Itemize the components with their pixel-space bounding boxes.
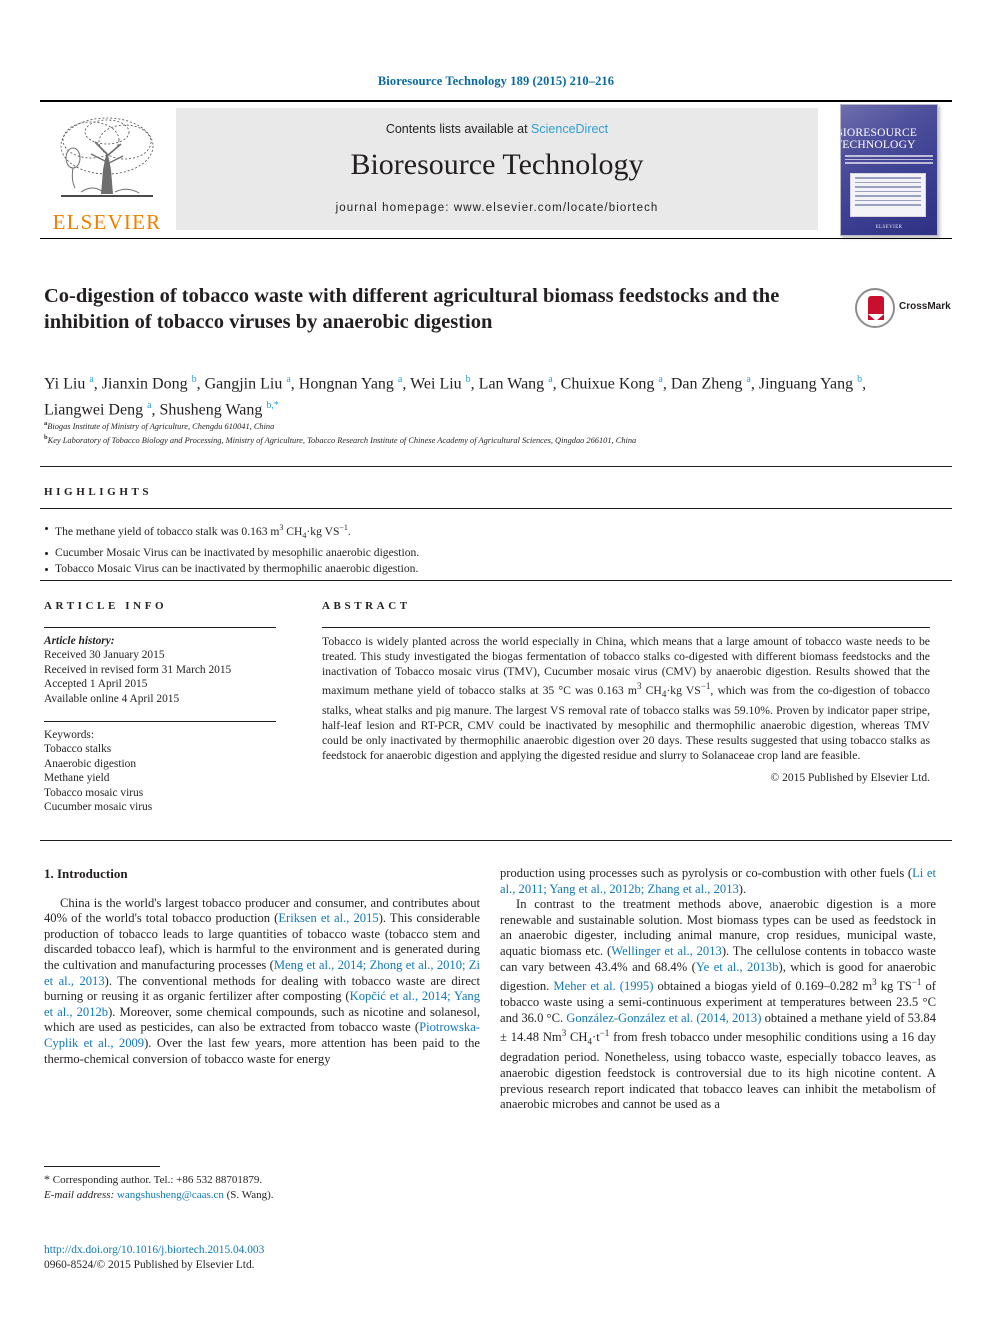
journal-cover-thumbnail: BIORESOURCE TECHNOLOGY ELSEVIER (840, 104, 938, 236)
abstract-heading: ABSTRACT (322, 600, 411, 612)
divider-highlights-bottom (40, 580, 952, 581)
footnote-rule (44, 1166, 160, 1167)
list-item: Received 30 January 2015 (44, 649, 165, 662)
list-item: Anaerobic digestion (44, 757, 137, 770)
divider-highlights-top (40, 508, 952, 509)
article-history-items: Received 30 January 2015 Received in revi… (44, 648, 294, 706)
divider-above-body (40, 840, 952, 841)
section-heading-introduction: 1. Introduction (44, 866, 128, 881)
keywords-block: Keywords: Tobacco stalks Anaerobic digest… (44, 728, 294, 814)
body-column-right: production using processes such as pyrol… (500, 866, 936, 1113)
email-link[interactable]: wangshusheng@caas.cn (117, 1189, 224, 1201)
affiliation-b: bKey Laboratory of Tobacco Biology and P… (44, 434, 637, 446)
affiliation-a: aBiogas Institute of Ministry of Agricul… (44, 420, 275, 431)
author-list: Yi Liu a, Jianxin Dong b, Gangjin Liu a,… (44, 374, 867, 419)
highlights-heading: HIGHLIGHTS (44, 486, 153, 498)
elsevier-wordmark: ELSEVIER (52, 210, 162, 234)
corresponding-author-note: * Corresponding author. Tel.: +86 532 88… (44, 1172, 484, 1202)
crossmark-badge[interactable]: CrossMark (855, 288, 951, 332)
elsevier-tree-icon (51, 112, 163, 204)
journal-band: Contents lists available at ScienceDirec… (176, 108, 818, 230)
list-item: Tobacco Mosaic Virus can be inactivated … (44, 561, 924, 577)
journal-masthead: ELSEVIER Contents lists available at Sci… (40, 100, 952, 240)
intro-paragraph-right-1: production using processes such as pyrol… (500, 866, 936, 896)
title-block: Co-digestion of tobacco waste with diffe… (44, 283, 844, 335)
article-history: Article history: Received 30 January 201… (44, 634, 294, 706)
list-item: Tobacco mosaic virus (44, 786, 144, 799)
running-head: Bioresource Technology 189 (2015) 210–21… (377, 74, 615, 88)
email-suffix: (S. Wang). (226, 1188, 274, 1201)
list-item: The methane yield of tobacco stalk was 0… (44, 520, 924, 545)
list-item: Available online 4 April 2015 (44, 692, 180, 705)
list-item: Methane yield (44, 772, 110, 785)
abstract-copyright: © 2015 Published by Elsevier Ltd. (770, 771, 930, 784)
article-history-label: Article history: (44, 635, 115, 647)
keywords-label: Keywords: (44, 729, 94, 741)
journal-article-page: Bioresource Technology 189 (2015) 210–21… (0, 0, 992, 1323)
elsevier-logo: ELSEVIER (43, 110, 171, 238)
page-title: Co-digestion of tobacco waste with diffe… (44, 285, 780, 333)
abstract-body: Tobacco is widely planted across the wor… (322, 634, 930, 786)
email-line: E-mail address: wangshusheng@caas.cn (S.… (44, 1188, 484, 1203)
cover-title-line2: TECHNOLOGY (840, 139, 916, 151)
highlights-list: The methane yield of tobacco stalk was 0… (44, 520, 924, 577)
list-item: Cucumber mosaic virus (44, 801, 153, 814)
intro-paragraph-right-2: In contrast to the treatment methods abo… (500, 897, 937, 1112)
divider-keywords (44, 721, 276, 722)
cover-title: BIORESOURCE TECHNOLOGY (840, 127, 937, 151)
journal-title: Bioresource Technology (350, 148, 644, 181)
list-item: Cucumber Mosaic Virus can be inactivated… (44, 545, 924, 561)
affiliation-b-text: Key Laboratory of Tobacco Biology and Pr… (47, 436, 637, 446)
crossmark-icon (855, 288, 895, 328)
list-item: Received in revised form 31 March 2015 (44, 663, 232, 676)
keywords-items: Tobacco stalks Anaerobic digestion Methane… (44, 742, 294, 814)
abstract-text: Tobacco is widely planted across the wor… (322, 635, 930, 762)
contents-prefix: Contents lists available at (385, 122, 532, 136)
contents-lists-line: Contents lists available at ScienceDirec… (176, 122, 818, 136)
cover-publisher: ELSEVIER (875, 225, 903, 230)
crossmark-label: CrossMark (899, 301, 951, 312)
list-item: Tobacco stalks (44, 743, 112, 756)
issn-copyright-line: 0960-8524/© 2015 Published by Elsevier L… (44, 1259, 255, 1271)
cover-figure-panel (850, 173, 926, 217)
divider-article-info (44, 627, 276, 628)
masthead-bottom-rule (40, 238, 952, 239)
masthead-top-rule (40, 100, 952, 102)
affiliation-a-text: Biogas Institute of Ministry of Agricult… (47, 421, 275, 431)
intro-paragraph-left: China is the world's largest tobacco pro… (44, 895, 481, 1066)
doi-link[interactable]: http://dx.doi.org/10.1016/j.biortech.201… (44, 1244, 264, 1256)
affiliation-list: aBiogas Institute of Ministry of Agricul… (44, 418, 934, 447)
list-item: Accepted 1 April 2015 (44, 678, 148, 691)
cover-title-line1: BIORESOURCE (840, 127, 918, 139)
cover-subtitle-lines (845, 155, 933, 167)
sciencedirect-link[interactable]: ScienceDirect (531, 122, 608, 136)
body-column-left: 1. Introduction China is the world's lar… (44, 866, 480, 1067)
divider-abstract (322, 627, 930, 628)
page-footer: http://dx.doi.org/10.1016/j.biortech.201… (44, 1243, 504, 1273)
corresponding-author-line: * Corresponding author. Tel.: +86 532 88… (44, 1172, 263, 1186)
email-label: E-mail address: (44, 1188, 115, 1201)
crossmark-icon-notch (868, 314, 884, 321)
journal-homepage-line[interactable]: journal homepage: www.elsevier.com/locat… (176, 202, 818, 214)
article-info-heading: ARTICLE INFO (44, 600, 168, 612)
divider-above-highlights (40, 466, 952, 467)
